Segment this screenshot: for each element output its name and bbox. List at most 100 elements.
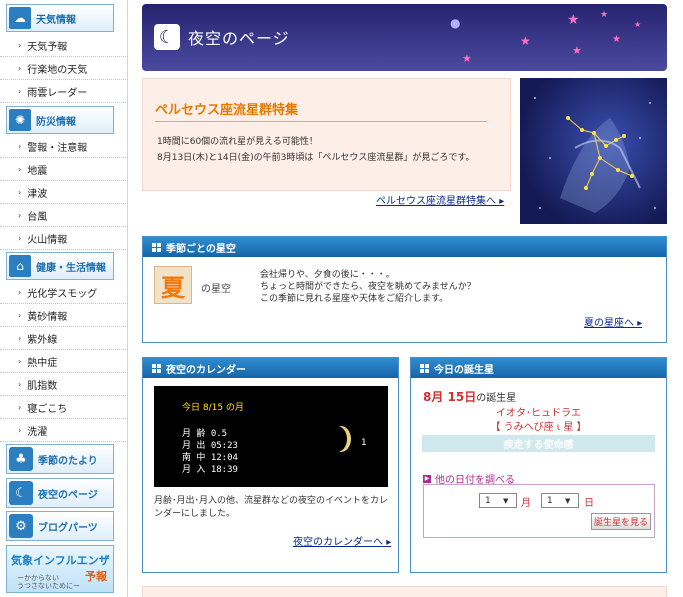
grid-icon xyxy=(152,242,161,252)
sidebar-item-yellow-sand[interactable]: › 黄砂情報 xyxy=(0,304,128,327)
dropdown-arrow-icon: ▼ xyxy=(565,496,571,505)
date-picker-box: 1 ▼ 月 1 ▼ 日 誕生星を見る xyxy=(423,484,655,538)
moon-icon: ☾ xyxy=(9,481,33,505)
sidebar-disaster-title: 防災情報 xyxy=(36,116,76,128)
moonset: 月 入 18:39 xyxy=(182,465,238,475)
season-panel-title: 季節ごとの星空 xyxy=(166,243,236,255)
chevron-right-icon: › xyxy=(18,356,22,366)
sidebar-season-news[interactable]: ♣ 季節のたより xyxy=(6,444,114,474)
page-title: 夜空のページ xyxy=(188,29,290,48)
today-moon-label: 今日 8/15 の月 xyxy=(182,403,244,413)
season-text-3: この季節に見れる星座や天体をご紹介します。 xyxy=(260,294,449,304)
page-header: ☾ 夜空のページ ● ★ ★ ★ ★ ★ ★ ★ xyxy=(142,4,667,71)
birth-star-panel: 今日の誕生星 8月 15日の誕生星 イオタ･ヒュドラエ 【 うみへび座 ι 星 … xyxy=(410,357,667,573)
sprout-icon: ♣ xyxy=(9,447,33,471)
chevron-right-icon: › xyxy=(18,40,22,50)
sun-burst-icon: ✺ xyxy=(9,109,31,131)
perseid-feature: ペルセウス座流星群特集 1時間に60個の流れ星が見える可能性！ 8月13日(木)… xyxy=(142,78,511,191)
feature-link[interactable]: ペルセウス座流星群特集へ ▸ xyxy=(376,192,504,207)
sidebar-item-skin-index[interactable]: › 肌指数 xyxy=(0,373,128,396)
chevron-right-icon: › xyxy=(18,287,22,297)
sidebar-health-title: 健康・生活情報 xyxy=(36,262,106,274)
crescent-moon-icon: ☾ xyxy=(154,24,180,50)
calendar-description: 月齢･月出･月入の他、流星群などの夜空のイベントをカレンダーにしました。 xyxy=(154,496,389,519)
season-sky-panel: 季節ごとの星空 夏 の星空 会社帰りや、夕食の後に・・・。 ちょっと時間ができた… xyxy=(142,236,667,343)
day-unit: 日 xyxy=(584,498,594,509)
house-icon: ⌂ xyxy=(9,255,31,277)
moon-phase-number: 1 xyxy=(361,438,367,448)
sidebar-blog-parts[interactable]: ⚙ ブログパーツ xyxy=(6,511,114,541)
banner-subtitle: ーかからない うつさないためにー xyxy=(17,574,80,590)
chevron-right-icon: › xyxy=(18,141,22,151)
night-sky-calendar-panel: 夜空のカレンダー 今日 8/15 の月 月 齢 0.5 月 出 05:23 南 … xyxy=(142,357,399,573)
star-icon: ★ xyxy=(634,20,642,29)
gear-icon: ⚙ xyxy=(9,514,33,538)
moon-info-screen: 今日 8/15 の月 月 齢 0.5 月 出 05:23 南 中 12:04 月… xyxy=(154,386,388,487)
bottom-section xyxy=(142,586,667,597)
perseus-constellation-image xyxy=(520,78,667,224)
sidebar-item-sleep[interactable]: › 寝ごこち xyxy=(0,396,128,419)
chevron-right-icon: › xyxy=(18,86,22,96)
grid-icon xyxy=(152,363,161,373)
grid-icon xyxy=(420,363,429,373)
sidebar-night-sky[interactable]: ☾ 夜空のページ xyxy=(6,478,114,508)
chevron-right-icon: › xyxy=(18,333,22,343)
arrow-right-icon: ▸ xyxy=(386,537,392,548)
chevron-right-icon: › xyxy=(18,164,22,174)
feature-line-1: 1時間に60個の流れ星が見える可能性！ xyxy=(157,137,318,147)
sidebar-item-volcano[interactable]: › 火山情報 xyxy=(0,227,128,250)
sidebar-item-uv[interactable]: › 紫外線 xyxy=(0,327,128,350)
star-icon: ★ xyxy=(600,10,609,20)
calendar-link[interactable]: 夜空のカレンダーへ ▸ xyxy=(293,533,391,548)
sidebar-item-typhoon[interactable]: › 台風 xyxy=(0,204,128,227)
sidebar-health-header[interactable]: ⌂ 健康・生活情報 xyxy=(6,252,114,280)
banner-forecast: 予報 xyxy=(85,570,107,583)
sidebar-item-warnings[interactable]: › 警報・注意報 xyxy=(0,135,128,158)
sidebar-item-smog[interactable]: › 光化学スモッグ xyxy=(0,281,128,304)
star-icon: ★ xyxy=(520,34,531,48)
season-panel-header: 季節ごとの星空 xyxy=(143,237,666,257)
summer-constellation-link[interactable]: 夏の星座へ ▸ xyxy=(584,314,642,329)
birthstar-name: イオタ･ヒュドラエ xyxy=(496,408,581,419)
chevron-right-icon: › xyxy=(18,402,22,412)
chevron-right-icon: › xyxy=(18,379,22,389)
sidebar-item-earthquake[interactable]: › 地震 xyxy=(0,158,128,181)
dropdown-arrow-icon: ▼ xyxy=(503,496,509,505)
month-select[interactable]: 1 ▼ xyxy=(479,493,517,508)
arrow-right-icon: ▸ xyxy=(637,318,643,329)
feature-title: ペルセウス座流星群特集 xyxy=(155,99,487,122)
birthstar-constellation: 【 うみへび座 ι 星 】 xyxy=(490,422,587,433)
feature-line-2: 8月13日(木)と14日(金)の午前3時頃は「ペルセウス座流星群」が見ごろです。 xyxy=(157,153,475,163)
birthstar-panel-title: 今日の誕生星 xyxy=(434,364,494,376)
sidebar-weather-header[interactable]: ☁ 天気情報 xyxy=(6,4,114,32)
crescent-moon-icon xyxy=(327,426,347,452)
sidebar-item-forecast[interactable]: › 天気予報 xyxy=(0,34,128,57)
calendar-panel-title: 夜空のカレンダー xyxy=(166,364,246,376)
planet-icon: ● xyxy=(450,16,461,30)
show-birthstar-button[interactable]: 誕生星を見る xyxy=(591,513,651,530)
sidebar: ☁ 天気情報 › 天気予報 › 行楽地の天気 › 雨雲レーダー ✺ 防災情報 › 警報・… xyxy=(0,0,128,597)
arrow-right-icon: ▸ xyxy=(499,196,505,207)
chevron-right-icon: › xyxy=(18,310,22,320)
sidebar-item-laundry[interactable]: › 洗濯 xyxy=(0,419,128,442)
chevron-right-icon: › xyxy=(18,233,22,243)
chevron-right-icon: › xyxy=(18,63,22,73)
sidebar-item-rain-radar[interactable]: › 雨雲レーダー xyxy=(0,80,128,103)
star-icon: ★ xyxy=(612,34,621,45)
day-select[interactable]: 1 ▼ xyxy=(541,493,579,508)
sidebar-item-resort-weather[interactable]: › 行楽地の天気 xyxy=(0,57,128,80)
chevron-right-icon: › xyxy=(18,187,22,197)
sidebar-disaster-header[interactable]: ✺ 防災情報 xyxy=(6,106,114,134)
shooting-star-icon: ★ xyxy=(462,52,472,65)
sidebar-item-tsunami[interactable]: › 津波 xyxy=(0,181,128,204)
chevron-right-icon: › xyxy=(18,425,22,435)
sidebar-weather-title: 天気情報 xyxy=(36,14,76,26)
sidebar-item-heatstroke[interactable]: › 熱中症 xyxy=(0,350,128,373)
banner-title: 気象インフルエンザ xyxy=(11,554,110,567)
weather-icon: ☁ xyxy=(9,7,31,29)
birthstar-date: 8月 15日の誕生星 xyxy=(423,390,517,404)
influenza-banner[interactable]: 気象インフルエンザ 予報 ーかからない うつさないためにー xyxy=(6,545,114,593)
birthstar-fate: 疾走する使命感 xyxy=(422,435,655,452)
star-icon: ★ xyxy=(567,12,580,28)
chevron-right-icon: › xyxy=(18,210,22,220)
